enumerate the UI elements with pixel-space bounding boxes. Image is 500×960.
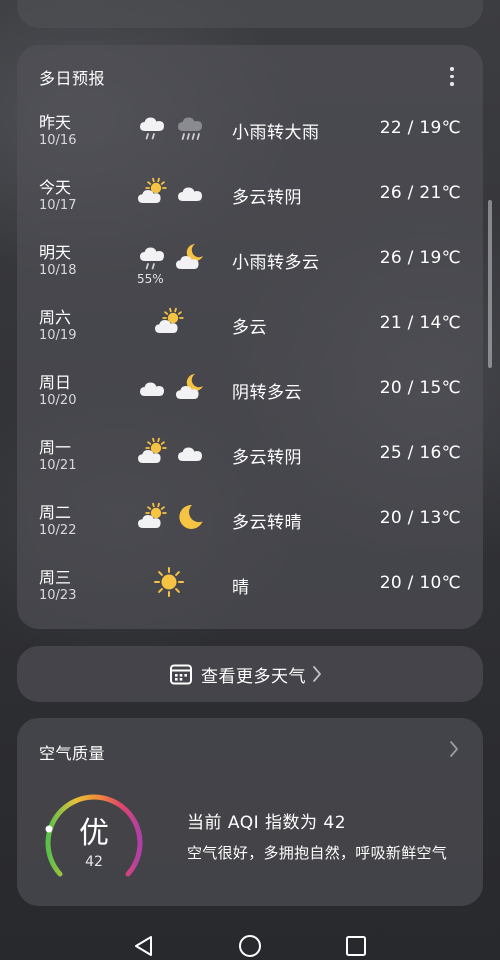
forecast-temperature: 26 / 19℃ — [379, 248, 461, 268]
aqi-description: 空气很好，多拥抱自然，呼吸新鲜空气 — [187, 844, 448, 862]
chevron-right-icon — [313, 666, 321, 682]
aqi-level: 优 — [79, 816, 109, 851]
forecast-temperature: 22 / 19℃ — [379, 118, 461, 138]
forecast-day-name: 今天 — [39, 178, 72, 197]
more-options-icon[interactable] — [449, 67, 455, 87]
calendar-icon — [170, 664, 192, 685]
cloud-icon — [174, 436, 206, 468]
forecast-day-date: 10/23 — [39, 588, 77, 603]
forecast-day-date: 10/21 — [39, 458, 77, 473]
forecast-day-date: 10/20 — [39, 393, 77, 408]
forecast-day-name: 周一 — [39, 438, 72, 457]
forecast-day-name: 周六 — [39, 308, 72, 327]
forecast-description: 多云 — [232, 318, 267, 338]
forecast-row[interactable]: 昨天 10/16 小雨转大雨 22 / 19℃ — [17, 103, 483, 163]
forecast-description: 多云转阴 — [232, 448, 302, 468]
scrollbar[interactable] — [488, 200, 492, 368]
light-rain-icon — [136, 241, 168, 273]
forecast-temperature: 20 / 15℃ — [379, 378, 461, 398]
cloudy-night-icon — [174, 241, 206, 273]
air-quality-card[interactable]: 空气质量 优 42 当前 AQI 指数为 42 空气很好，多拥抱自然，呼吸新鲜空… — [17, 718, 483, 906]
forecast-description: 阴转多云 — [232, 383, 302, 403]
recents-button[interactable] — [344, 934, 368, 958]
cloudy-night-icon — [174, 371, 206, 403]
forecast-day-date: 10/16 — [39, 133, 77, 148]
forecast-row[interactable]: 周二 10/22 多云转晴 20 / 13℃ — [17, 493, 483, 553]
forecast-day-name: 昨天 — [39, 113, 72, 132]
forecast-day-date: 10/19 — [39, 328, 77, 343]
forecast-description: 多云转晴 — [232, 513, 302, 533]
partly-cloudy-icon — [136, 176, 168, 208]
forecast-row[interactable]: 周日 10/20 阴转多云 20 / 15℃ — [17, 363, 483, 423]
forecast-day-name: 周二 — [39, 503, 72, 522]
partly-cloudy-icon — [136, 501, 168, 533]
home-button[interactable] — [238, 934, 262, 958]
partly-cloudy-icon — [153, 306, 185, 338]
precipitation-chance: 55% — [137, 272, 164, 286]
forecast-day-date: 10/18 — [39, 263, 77, 278]
forecast-temperature: 21 / 14℃ — [379, 313, 461, 333]
aqi-value: 42 — [85, 854, 103, 870]
cloud-icon — [136, 371, 168, 403]
multi-day-forecast-card: 多日预报 昨天 10/16 小雨转大雨 22 / 19℃ 今天 10/17 多云转阴 26 /… — [17, 45, 483, 629]
forecast-temperature: 20 / 13℃ — [379, 508, 461, 528]
system-nav-bar — [0, 916, 500, 960]
forecast-description: 多云转阴 — [232, 188, 302, 208]
forecast-row[interactable]: 今天 10/17 多云转阴 26 / 21℃ — [17, 168, 483, 228]
cloud-icon — [174, 176, 206, 208]
more-weather-label: 查看更多天气 — [201, 666, 306, 687]
more-weather-button[interactable]: 查看更多天气 — [17, 646, 483, 702]
heavy-rain-icon — [174, 111, 206, 143]
aqi-headline: 当前 AQI 指数为 42 — [187, 813, 347, 833]
forecast-row[interactable]: 周三 10/23 晴 20 / 10℃ — [17, 558, 483, 618]
forecast-description: 晴 — [232, 578, 250, 598]
previous-card-remnant — [17, 0, 483, 28]
forecast-temperature: 25 / 16℃ — [379, 443, 461, 463]
back-triangle-icon — [135, 936, 152, 956]
forecast-description: 小雨转多云 — [232, 253, 320, 273]
back-button[interactable] — [132, 934, 156, 958]
moon-icon — [174, 501, 206, 533]
forecast-day-name: 周日 — [39, 373, 72, 392]
chevron-right-icon[interactable] — [449, 740, 459, 758]
light-rain-icon — [136, 111, 168, 143]
home-circle-icon — [239, 935, 261, 957]
forecast-day-name: 周三 — [39, 568, 72, 587]
forecast-description: 小雨转大雨 — [232, 123, 320, 143]
forecast-title: 多日预报 — [39, 69, 106, 88]
forecast-temperature: 20 / 10℃ — [379, 573, 461, 593]
forecast-temperature: 26 / 21℃ — [379, 183, 461, 203]
aqi-gauge: 优 42 — [40, 788, 148, 884]
sun-icon — [153, 566, 185, 598]
recents-square-icon — [346, 936, 366, 956]
air-quality-title: 空气质量 — [39, 744, 106, 763]
forecast-row[interactable]: 周六 10/19 多云 21 / 14℃ — [17, 298, 483, 358]
forecast-day-date: 10/17 — [39, 198, 77, 213]
partly-cloudy-icon — [136, 436, 168, 468]
forecast-day-date: 10/22 — [39, 523, 77, 538]
forecast-row[interactable]: 周一 10/21 多云转阴 25 / 16℃ — [17, 428, 483, 488]
forecast-day-name: 明天 — [39, 243, 72, 262]
forecast-row[interactable]: 明天 10/18 55% 小雨转多云 26 / 19℃ — [17, 233, 483, 293]
